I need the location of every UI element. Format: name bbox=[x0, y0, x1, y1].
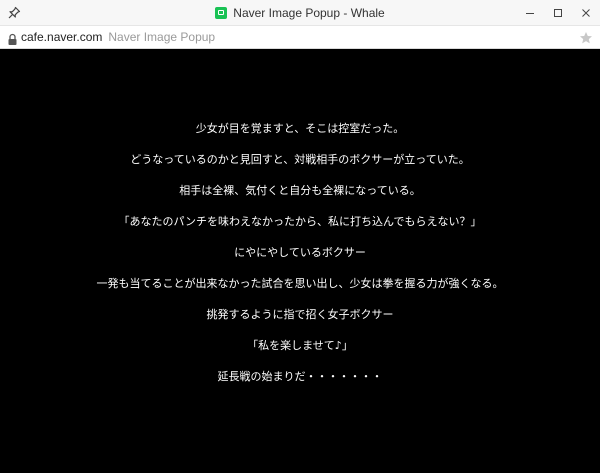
maximize-button[interactable] bbox=[544, 0, 572, 26]
address-bar[interactable]: cafe.naver.com Naver Image Popup bbox=[0, 26, 600, 49]
story-line-3: 相手は全裸、気付くと自分も全裸になっている。 bbox=[179, 184, 421, 197]
pin-icon[interactable] bbox=[6, 5, 22, 21]
url-display[interactable]: cafe.naver.com Naver Image Popup bbox=[21, 26, 215, 48]
close-button[interactable] bbox=[572, 0, 600, 26]
story-line-1: 少女が目を覚ますと、そこは控室だった。 bbox=[195, 122, 405, 135]
browser-popup-window: Naver Image Popup - Whale cafe.naver.com… bbox=[0, 0, 600, 473]
window-controls bbox=[516, 0, 600, 26]
image-popup-content: 少女が目を覚ますと、そこは控室だった。 どうなっているのかと見回すと、対戦相手の… bbox=[0, 49, 600, 473]
bookmark-star-icon[interactable] bbox=[579, 30, 593, 44]
story-line-5: にやにやしているボクサー bbox=[234, 246, 366, 259]
story-line-7: 挑発するように指で招く女子ボクサー bbox=[206, 308, 394, 321]
story-line-9: 延長戦の始まりだ・・・・・・・ bbox=[217, 370, 383, 383]
story-line-8: 「私を楽しませて♪」 bbox=[247, 339, 353, 352]
minimize-button[interactable] bbox=[516, 0, 544, 26]
url-page-title: Naver Image Popup bbox=[108, 30, 216, 44]
title-bar[interactable]: Naver Image Popup - Whale bbox=[0, 0, 600, 26]
story-line-2: どうなっているのかと見回すと、対戦相手のボクサーが立っていた。 bbox=[130, 153, 470, 166]
window-title: Naver Image Popup - Whale bbox=[233, 6, 385, 20]
close-icon bbox=[582, 9, 590, 17]
maximize-icon bbox=[554, 9, 562, 17]
url-host: cafe.naver.com bbox=[21, 30, 103, 44]
whale-app-icon bbox=[215, 7, 228, 19]
lock-icon bbox=[7, 31, 18, 45]
story-line-6: 一発も当てることが出来なかった試合を思い出し、少女は拳を握る力が強くなる。 bbox=[96, 277, 504, 290]
story-line-4: 「あなたのパンチを味わえなかったから、私に打ち込んでもらえない？」 bbox=[118, 215, 482, 228]
minimize-icon bbox=[526, 13, 534, 14]
